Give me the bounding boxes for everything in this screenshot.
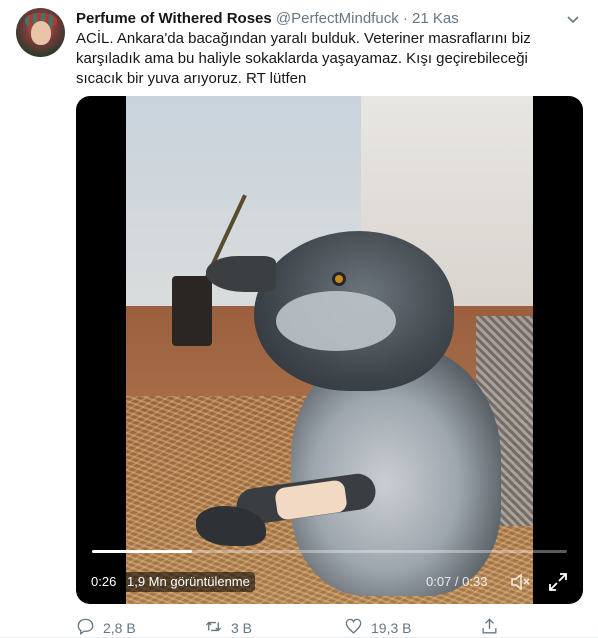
fullscreen-icon[interactable] (546, 570, 570, 594)
author-handle[interactable]: @PerfectMindfuck (276, 10, 399, 27)
video-frame (126, 96, 533, 604)
reply-icon (76, 617, 95, 638)
tweet-header: Perfume of Withered Roses @PerfectMindfu… (76, 9, 578, 29)
retweet-button[interactable]: 3 B (204, 618, 252, 638)
share-button[interactable] (480, 618, 499, 638)
tweet-actions: 2,8 B 3 B 19,3 B (76, 618, 536, 638)
speaker-muted-icon[interactable] (508, 570, 532, 594)
like-count: 19,3 B (371, 620, 412, 636)
like-button[interactable]: 19,3 B (344, 618, 411, 638)
video-timecode: 0:07 / 0:33 (426, 574, 488, 589)
bird-eye (332, 272, 346, 286)
video-progress-bar[interactable] (92, 550, 567, 553)
tweet-text: ACİL. Ankara'da bacağından yaralı bulduk… (76, 30, 531, 87)
retweet-icon (204, 617, 223, 638)
share-icon (480, 617, 499, 638)
reply-button[interactable]: 2,8 B (76, 618, 136, 638)
video-player[interactable]: 0:26 1,9 Mn görüntülenme 0:07 / 0:33 (76, 96, 583, 604)
chevron-down-icon[interactable] (566, 12, 580, 26)
separator-dot: · (402, 10, 408, 27)
retweet-count: 3 B (231, 620, 253, 636)
video-progress-fill (92, 550, 192, 553)
avatar[interactable] (16, 8, 65, 57)
avatar-face (31, 21, 51, 45)
reply-count: 2,8 B (103, 620, 136, 636)
video-duration-badge: 0:26 (86, 572, 122, 592)
tweet[interactable]: Perfume of Withered Roses @PerfectMindfu… (0, 0, 598, 638)
heart-icon (344, 617, 363, 638)
video-views-badge: 1,9 Mn görüntülenme (122, 572, 255, 592)
tweet-timestamp[interactable]: 21 Kas (412, 10, 459, 27)
author-name[interactable]: Perfume of Withered Roses (76, 10, 272, 27)
